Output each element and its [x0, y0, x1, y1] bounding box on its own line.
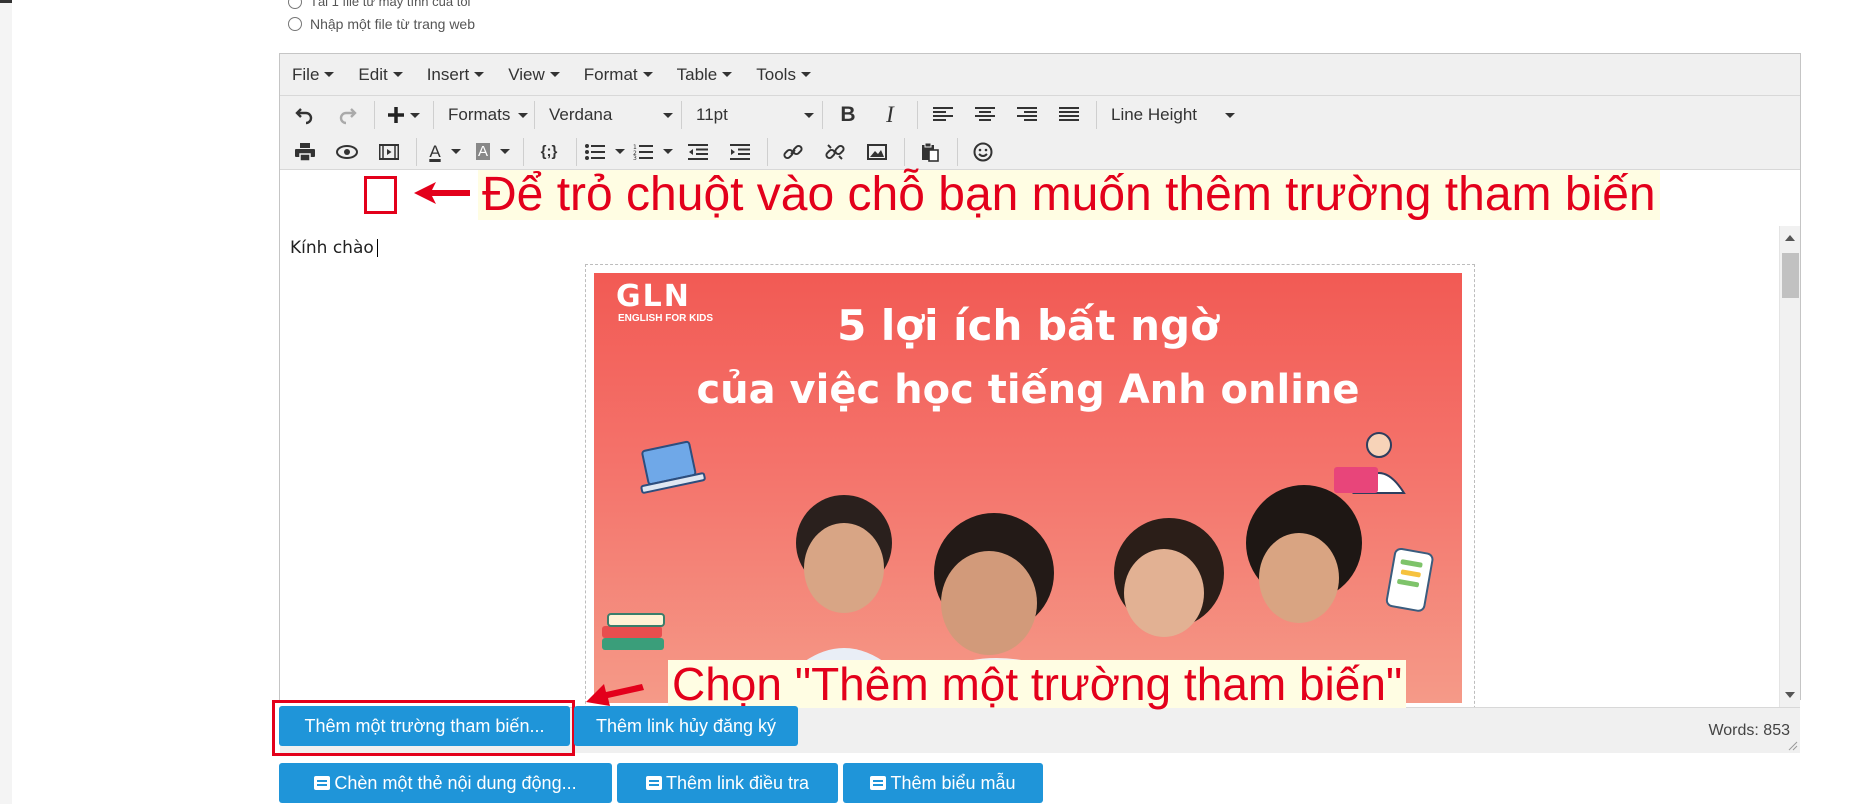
chevron-down-icon — [1225, 112, 1235, 118]
link-icon[interactable] — [776, 137, 810, 167]
resize-handle-icon[interactable] — [1788, 741, 1798, 751]
chevron-down-icon — [518, 112, 529, 118]
bullet-list-icon[interactable] — [585, 137, 625, 167]
paste-icon[interactable] — [913, 137, 947, 167]
rich-text-editor: File Edit Insert View Format Table Tools… — [279, 53, 1801, 753]
editor-menubar: File Edit Insert View Format Table Tools — [280, 54, 1800, 96]
editor-content-area[interactable]: Kính chào GLN ENGLISH FOR KIDS 5 lợi ích… — [280, 226, 1780, 707]
arrow-left-icon — [414, 182, 470, 204]
radio-import-web[interactable]: Nhập một file từ trang web — [288, 16, 475, 32]
add-unsubscribe-link-button[interactable]: Thêm link hủy đăng ký — [574, 706, 798, 746]
dynamic-content-icon — [314, 776, 331, 790]
variable-braces-icon[interactable]: {;} — [532, 137, 566, 167]
chevron-down-icon — [450, 149, 461, 154]
scrollbar-thumb[interactable] — [1782, 253, 1799, 298]
menu-tools[interactable]: Tools — [756, 65, 811, 85]
chevron-down-icon — [474, 72, 485, 77]
cursor-highlight-box — [364, 176, 397, 214]
align-left-icon[interactable] — [926, 100, 960, 130]
toolbar-separator — [374, 101, 375, 129]
greeting-line[interactable]: Kính chào — [290, 238, 378, 258]
toolbar-separator — [957, 137, 958, 166]
text-color-icon[interactable]: A — [425, 137, 465, 167]
toolbar-separator — [904, 137, 905, 166]
chevron-down-icon — [392, 72, 403, 77]
indent-icon[interactable] — [723, 137, 757, 167]
toolbar-separator — [523, 137, 524, 166]
chevron-down-icon — [549, 72, 560, 77]
chevron-down-icon — [324, 72, 335, 77]
preview-eye-icon[interactable] — [330, 137, 364, 167]
arrow-left-icon — [586, 684, 644, 706]
redo-icon[interactable] — [330, 100, 364, 130]
chevron-down-icon — [409, 112, 420, 118]
chevron-down-icon — [722, 72, 733, 77]
banner-illustration — [602, 432, 1434, 703]
editor-scrollbar[interactable] — [1779, 226, 1800, 707]
toolbar-separator — [576, 137, 577, 166]
unlink-icon[interactable] — [818, 137, 852, 167]
formats-dropdown[interactable]: Formats — [442, 100, 532, 130]
font-family-select[interactable]: Verdana — [543, 100, 679, 130]
menu-insert[interactable]: Insert — [427, 65, 485, 85]
scroll-up-icon[interactable] — [1785, 235, 1795, 241]
annotation-cursor-hint: Để trỏ chuột vào chỗ bạn muốn thêm trườn… — [478, 169, 1660, 221]
menu-file[interactable]: File — [292, 65, 335, 85]
image-icon[interactable] — [860, 137, 894, 167]
menu-edit[interactable]: Edit — [358, 65, 403, 85]
toolbar-separator — [681, 101, 682, 129]
align-justify-icon[interactable] — [1052, 100, 1086, 130]
toolbar-separator — [917, 101, 918, 129]
menu-view[interactable]: View — [508, 65, 560, 85]
chevron-down-icon — [500, 149, 510, 154]
chevron-down-icon — [663, 149, 673, 154]
numbered-list-icon[interactable]: 123 — [633, 137, 673, 167]
font-size-select[interactable]: 11pt — [690, 100, 820, 130]
add-variable-button[interactable]: Thêm một trường tham biến... — [279, 706, 570, 746]
align-right-icon[interactable] — [1010, 100, 1044, 130]
editor-toolbar-row-2: A A {;} 123 — [280, 134, 1800, 170]
add-form-button[interactable]: Thêm biểu mẫu — [843, 763, 1043, 803]
radio-upload-local[interactable]: Tải 1 file từ máy tính của tôi — [288, 0, 470, 9]
form-icon — [870, 776, 887, 790]
editor-toolbar-row-1: Formats Verdana 11pt B I Line Height — [280, 96, 1800, 134]
align-center-icon[interactable] — [968, 100, 1002, 130]
banner-image[interactable]: GLN ENGLISH FOR KIDS 5 lợi ích bất ngờ c… — [594, 273, 1462, 703]
chevron-down-icon — [663, 112, 673, 118]
toolbar-separator — [534, 101, 535, 129]
outdent-icon[interactable] — [681, 137, 715, 167]
chevron-down-icon — [642, 72, 653, 77]
annotation-select-hint: Chọn "Thêm một trường tham biến" — [668, 660, 1407, 708]
word-count: Words: 853 — [1708, 722, 1790, 739]
background-color-icon[interactable]: A — [473, 137, 513, 167]
scroll-down-icon[interactable] — [1785, 692, 1795, 698]
undo-icon[interactable] — [288, 100, 322, 130]
text-cursor — [376, 239, 378, 257]
insert-plus-icon[interactable] — [383, 100, 423, 130]
print-icon[interactable] — [288, 137, 322, 167]
add-survey-link-button[interactable]: Thêm link điều tra — [617, 763, 838, 803]
menu-table[interactable]: Table — [677, 65, 733, 85]
bold-icon[interactable]: B — [831, 100, 865, 130]
italic-icon[interactable]: I — [873, 100, 907, 130]
chevron-down-icon — [615, 149, 625, 154]
toolbar-separator — [1096, 101, 1097, 129]
toolbar-separator — [416, 137, 417, 166]
radio-icon[interactable] — [288, 0, 302, 9]
insert-dynamic-content-button[interactable]: Chèn một thẻ nội dung động... — [279, 763, 612, 803]
survey-icon — [645, 776, 662, 790]
toolbar-separator — [433, 101, 434, 129]
svg-text:3: 3 — [633, 155, 637, 160]
line-height-dropdown[interactable]: Line Height — [1105, 100, 1241, 130]
chevron-down-icon — [800, 72, 811, 77]
toolbar-separator — [767, 137, 768, 166]
menu-format[interactable]: Format — [584, 65, 653, 85]
radio-icon[interactable] — [288, 17, 302, 31]
emoticon-icon[interactable] — [966, 137, 1000, 167]
media-icon[interactable] — [372, 137, 406, 167]
chevron-down-icon — [804, 112, 814, 118]
toolbar-separator — [822, 101, 823, 129]
